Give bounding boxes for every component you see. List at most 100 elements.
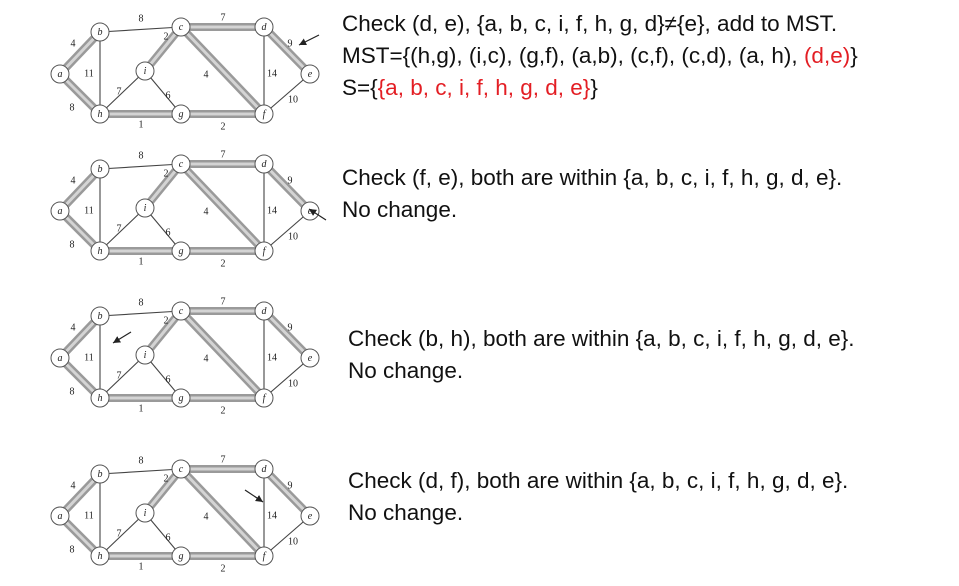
- mst-edge-core-d-e: [262, 309, 312, 360]
- node-label-g: g: [179, 246, 184, 257]
- node-label-e: e: [308, 353, 313, 364]
- new-mst-edge: (d,e): [803, 43, 851, 68]
- node-label-c: c: [179, 306, 184, 317]
- edge-weight-e-f: 10: [288, 378, 298, 389]
- node-label-i: i: [144, 508, 147, 519]
- edge-weight-a-b: 4: [71, 480, 76, 491]
- node-label-a: a: [58, 206, 63, 217]
- mst-edge-core-c-f: [179, 309, 266, 400]
- node-label-g: g: [179, 393, 184, 404]
- edge-weight-g-h: 1: [139, 561, 144, 572]
- node-label-h: h: [98, 551, 103, 562]
- edge-weight-h-i: 7: [117, 528, 122, 539]
- edge-weight-c-f: 4: [204, 206, 209, 217]
- step-3-line-2: No change.: [348, 358, 464, 383]
- edge-weight-a-h: 8: [70, 102, 75, 113]
- step-2-line-2: No change.: [342, 197, 458, 222]
- pointer-arrow-icon: [298, 34, 320, 46]
- node-label-a: a: [58, 511, 63, 522]
- edge-weight-d-f: 14: [267, 352, 277, 363]
- edge-weight-g-h: 1: [139, 256, 144, 267]
- edge-b-c: [99, 310, 182, 317]
- edge-weight-d-f: 14: [267, 510, 277, 521]
- edge-weight-c-f: 4: [204, 511, 209, 522]
- step-1-text: Check (d, e), {a, b, c, i, f, h, g, d}≠{…: [342, 8, 858, 104]
- step-4-line-2: No change.: [348, 500, 464, 525]
- node-label-b: b: [98, 469, 103, 480]
- edge-weight-d-e: 9: [288, 322, 293, 333]
- edge-weight-b-h: 11: [84, 68, 94, 79]
- mst-graph-step-2: 48811724914102167ab c defghi: [50, 149, 327, 269]
- edge-weight-h-i: 7: [117, 223, 122, 234]
- edge-weight-b-c: 8: [139, 150, 144, 161]
- edge-weight-b-h: 11: [84, 352, 94, 363]
- edge-weight-c-i: 2: [164, 315, 169, 326]
- edge-b-c: [99, 26, 182, 33]
- mst-edge-core-c-f: [179, 162, 266, 253]
- edge-weight-c-d: 7: [221, 12, 226, 23]
- node-label-g: g: [179, 109, 184, 120]
- edge-weight-c-f: 4: [204, 353, 209, 364]
- node-label-h: h: [98, 246, 103, 257]
- edge-weight-g-h: 1: [139, 119, 144, 130]
- edge-weight-g-i: 6: [166, 532, 171, 543]
- merged-set: {a, b, c, i, f, h, g, d, e}: [377, 75, 591, 100]
- node-label-b: b: [98, 164, 103, 175]
- edge-weight-b-h: 11: [84, 510, 94, 521]
- edge-weight-d-f: 14: [267, 205, 277, 216]
- node-label-g: g: [179, 551, 184, 562]
- edge-weight-c-d: 7: [221, 149, 226, 160]
- mst-graph-step-3: 48811724914102167ab c defghi: [50, 296, 320, 416]
- node-label-c: c: [179, 22, 184, 33]
- edge-weight-f-g: 2: [221, 121, 226, 132]
- edge-weight-d-e: 9: [288, 480, 293, 491]
- edge-weight-b-h: 11: [84, 205, 94, 216]
- mst-edge-core-d-e: [262, 467, 312, 518]
- node-label-c: c: [179, 159, 184, 170]
- node-label-a: a: [58, 353, 63, 364]
- edge-b-c: [99, 468, 182, 475]
- edge-weight-c-d: 7: [221, 296, 226, 307]
- node-label-b: b: [98, 27, 103, 38]
- edge-weight-b-c: 8: [139, 455, 144, 466]
- edge-weight-b-c: 8: [139, 297, 144, 308]
- node-label-h: h: [98, 393, 103, 404]
- edge-weight-c-f: 4: [204, 69, 209, 80]
- step-1-line-2: MST={(h,g), (i,c), (g,f), (a,b), (c,f), …: [342, 43, 858, 68]
- edge-weight-a-h: 8: [70, 386, 75, 397]
- edge-weight-a-h: 8: [70, 544, 75, 555]
- step-row-2: 4 8 8 11 7 2 4 9 14 10 2 1 6 7 a b c d e f g h i Check (f, e),…: [0, 141, 959, 281]
- node-label-c: c: [179, 464, 184, 475]
- mst-edge-core-d-e: [262, 25, 312, 76]
- node-label-a: a: [58, 69, 63, 80]
- edge-weight-c-i: 2: [164, 168, 169, 179]
- edge-weight-c-d: 7: [221, 454, 226, 465]
- edge-weight-f-g: 2: [221, 405, 226, 416]
- step-2-text: Check (f, e), both are within {a, b, c, …: [342, 162, 842, 226]
- edge-weight-e-f: 10: [288, 231, 298, 242]
- edge-weight-a-b: 4: [71, 322, 76, 333]
- edge-weight-a-b: 4: [71, 175, 76, 186]
- step-row-1: 4 8 8 11 7 2 4 9 14 10 2 1 6 7 a b c d e f g h i Check (d, e),…: [0, 4, 959, 144]
- node-label-e: e: [308, 69, 313, 80]
- step-4-line-1: Check (d, f), both are within {a, b, c, …: [348, 468, 849, 493]
- edge-weight-e-f: 10: [288, 94, 298, 105]
- mst-graph-step-1: 48811724914102167ab c defghi: [50, 12, 320, 132]
- step-3-text: Check (b, h), both are within {a, b, c, …: [348, 323, 855, 387]
- edge-weight-g-i: 6: [166, 90, 171, 101]
- mst-edge-core-c-f: [179, 467, 266, 558]
- edge-weight-g-h: 1: [139, 403, 144, 414]
- edge-weight-e-f: 10: [288, 536, 298, 547]
- node-label-i: i: [144, 66, 147, 77]
- step-1-line-3: S={{a, b, c, i, f, h, g, d, e}}: [342, 75, 598, 100]
- step-row-3: 4 8 8 11 7 2 4 9 14 10 2 1 6 7 a b c d e f g h i Check (b, h),…: [0, 288, 959, 428]
- edge-b-c: [99, 163, 182, 170]
- node-label-i: i: [144, 203, 147, 214]
- edge-weight-a-h: 8: [70, 239, 75, 250]
- node-label-i: i: [144, 350, 147, 361]
- step-2-line-1: Check (f, e), both are within {a, b, c, …: [342, 165, 843, 190]
- edge-weight-c-i: 2: [164, 473, 169, 484]
- edge-weight-h-i: 7: [117, 86, 122, 97]
- step-row-4: 4 8 8 11 7 2 4 9 14 10 2 1 6 7 a b c d e f g h i Check (d, f),…: [0, 446, 959, 586]
- edge-weight-a-b: 4: [71, 38, 76, 49]
